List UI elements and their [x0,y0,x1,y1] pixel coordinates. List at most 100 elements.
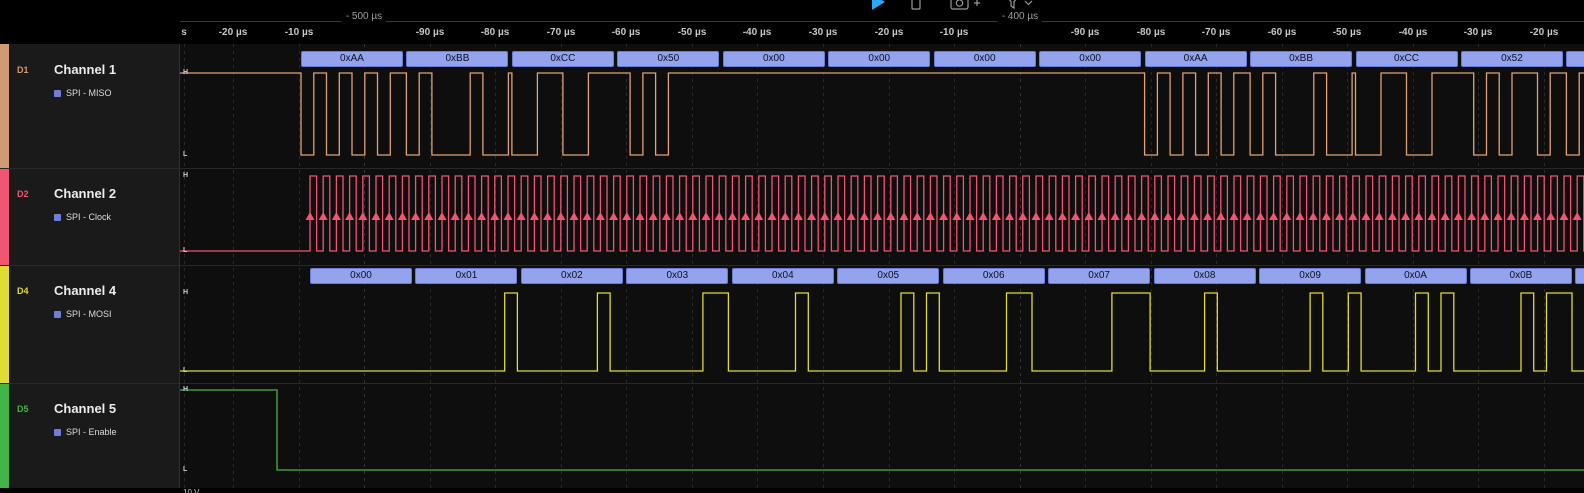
trash-icon[interactable] [908,0,924,10]
axis-minor-label: -70 µs [546,27,576,38]
play-button[interactable] [872,0,885,10]
clock-edge-marker [859,212,869,220]
channel-analyzer: SPI - Clock [54,212,111,222]
decoded-byte-label: 0x00 [722,51,825,67]
clock-edge-marker [516,212,526,220]
axis-minor-label: -90 µs [1070,27,1100,38]
axis-minor-label: -50 µs [1332,27,1362,38]
channel-row-d2[interactable]: D2 Channel 2 SPI - Clock [0,168,179,265]
clock-edge-marker [1361,212,1371,220]
decoded-byte-label: 0xBB [406,51,509,67]
clock-edge-marker [714,212,724,220]
clock-edge-marker [807,212,817,220]
channel-id: D1 [17,65,29,75]
decoded-byte-label: 0x09 [1259,268,1362,284]
clock-edge-marker [1519,212,1529,220]
clock-edge-marker [727,212,737,220]
level-marker-l: L [183,367,188,374]
level-marker-l: L [183,466,188,473]
clock-edge-marker [1493,212,1503,220]
waveform-channel-2[interactable]: HL [180,168,1584,265]
clock-edge-marker [1414,212,1424,220]
channel-analyzer: SPI - Enable [54,427,117,437]
waveform-channel-1[interactable]: 0xAA 0xBB 0xCC 0x50 0x00 0x00 0x00 0x00 0xAA 0xBB… [180,44,1584,168]
channel-row-d5[interactable]: D5 Channel 5 SPI - Enable [0,383,179,488]
channel-sidebar: D1 Channel 1 SPI - MISO D2 Channel 2 SPI… [0,44,180,488]
capture-plus-icon[interactable] [950,0,982,10]
clock-edge-marker [886,212,896,220]
clock-edge-marker [411,212,421,220]
bottom-partial-row: 10 V [0,488,1584,493]
decoded-byte-label: 0x0B [1469,268,1572,284]
analyzer-icon [54,213,61,221]
waveform-channel-5[interactable]: HL [180,383,1584,488]
axis-minor-label: -40 µs [742,27,772,38]
decoded-byte-label: 0x03 [626,268,729,284]
clock-edge-marker [1084,212,1094,220]
axis-minor-label: -30 µs [808,27,838,38]
clock-edge-marker [1057,212,1067,220]
decoded-byte-label: 0x0A [1364,268,1467,284]
clock-edge-marker [1071,212,1081,220]
clock-edge-marker [1401,212,1411,220]
axis-minor-label: -80 µs [1136,27,1166,38]
clock-edge-marker [1480,212,1490,220]
clock-edge-marker [529,212,539,220]
voltage-scale-label: 10 V [183,488,200,493]
clock-edge-marker [1150,212,1160,220]
axis-minor-label: -60 µs [611,27,641,38]
level-marker-l: L [183,151,188,158]
clock-edge-marker [371,212,381,220]
decoded-byte-label: 0x08 [1153,268,1256,284]
clock-edge-marker [833,212,843,220]
analyzer-icon [54,89,61,97]
channel-row-d4[interactable]: D4 Channel 4 SPI - MOSI [0,265,179,383]
decoded-byte-label: 0x0C [1575,268,1584,284]
decoded-byte-label: 0x06 [942,268,1045,284]
clock-edge-marker [899,212,909,220]
clock-edge-marker [912,212,922,220]
clock-edge-marker [384,212,394,220]
decoded-byte-label: 0xBB [1250,51,1353,67]
channel-title: Channel 5 [54,401,117,416]
axis-minor-label: -30 µs [1463,27,1493,38]
clock-edge-marker [345,212,355,220]
clock-edge-marker [1216,212,1226,220]
analyzer-label: SPI - MOSI [66,309,112,319]
waveform-trace [180,175,1584,252]
clock-edge-marker [820,212,830,220]
waveform-area[interactable]: 0xAA 0xBB 0xCC 0x50 0x00 0x00 0x00 0x00 0xAA 0xBB… [180,44,1584,488]
axis-major-label: - 500 µs [341,11,387,22]
clock-edge-marker [780,212,790,220]
clock-edge-marker [1110,212,1120,220]
decoded-byte-label: 0x00 [828,51,931,67]
axis-minor-label: -50 µs [677,27,707,38]
decoded-byte-label: 0x52 [1460,51,1563,67]
clock-edge-marker [1295,212,1305,220]
analyzer-icon [54,310,61,318]
time-axis[interactable]: - 500 µs - 400 µs s -20 µs -10 µs -90 µs -80 µ… [180,10,1584,44]
clock-edge-marker [1005,212,1015,220]
row-divider [0,383,179,384]
clock-edge-marker [305,212,315,220]
filter-icon[interactable] [1005,0,1035,10]
clock-edge-marker [437,212,447,220]
clock-edge-marker [1176,212,1186,220]
channel-title: Channel 1 [54,62,117,77]
clock-edge-marker [1348,212,1358,220]
clock-edge-marker [1321,212,1331,220]
clock-edge-marker [490,212,500,220]
clock-edge-marker [741,212,751,220]
clock-edge-marker [1018,212,1028,220]
channel-color-stripe [0,168,9,265]
toolbar [0,0,1584,10]
level-marker-l: L [183,247,188,254]
waveform-channel-4[interactable]: 0x00 0x01 0x02 0x03 0x04 0x05 0x06 0x07 0x08 0x09… [180,265,1584,383]
clock-edge-marker [1137,212,1147,220]
clock-edge-marker [582,212,592,220]
clock-edge-marker [1097,212,1107,220]
channel-row-d1[interactable]: D1 Channel 1 SPI - MISO [0,44,179,168]
channel-title: Channel 2 [54,186,117,201]
clock-edge-marker [1467,212,1477,220]
channel-analyzer: SPI - MOSI [54,309,112,319]
